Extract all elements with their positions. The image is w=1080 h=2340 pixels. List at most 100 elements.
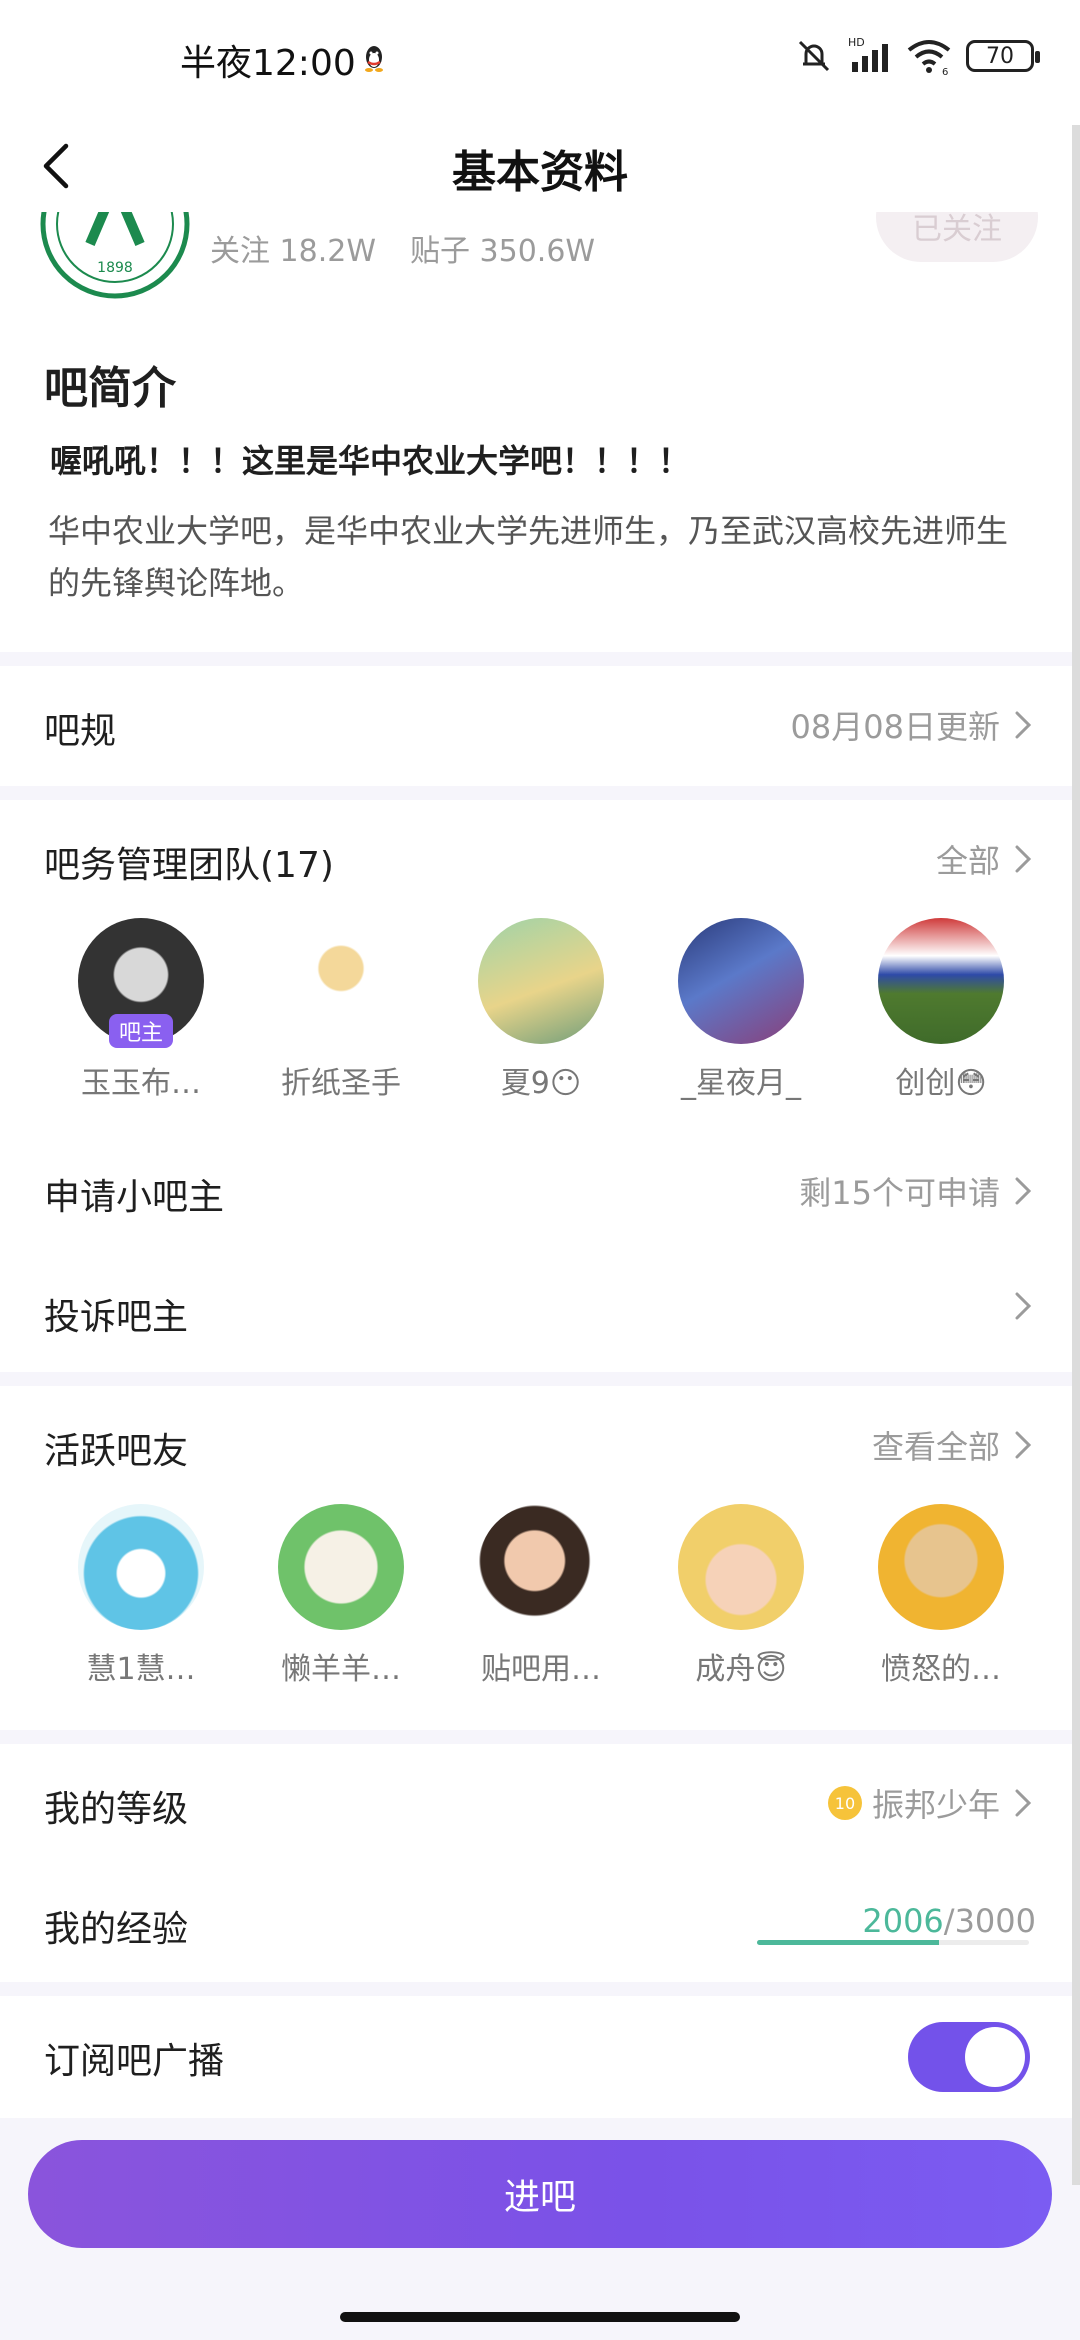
active-member[interactable]: 懒羊羊… bbox=[241, 1504, 441, 1688]
active-member[interactable]: 愤怒的… bbox=[841, 1504, 1041, 1688]
rules-row[interactable]: 吧规 08月08日更新 bbox=[0, 686, 1080, 766]
follow-count: 关注 18.2W bbox=[210, 234, 376, 269]
battery-icon: 70 bbox=[966, 40, 1040, 72]
avatar bbox=[678, 918, 804, 1044]
rules-label: 吧规 bbox=[44, 711, 117, 752]
team-member[interactable]: 创创😳 bbox=[841, 918, 1041, 1102]
nav-bar: 基本资料 bbox=[0, 120, 1080, 210]
qq-penguin-icon bbox=[365, 46, 383, 72]
active-member-name: 懒羊羊… bbox=[281, 1652, 401, 1687]
complain-label: 投诉吧主 bbox=[44, 1297, 189, 1338]
chevron-right-icon bbox=[1015, 711, 1032, 739]
bell-muted-icon bbox=[798, 40, 830, 72]
avatar bbox=[278, 918, 404, 1044]
active-member[interactable]: 成舟😇 bbox=[641, 1504, 841, 1688]
active-more: 查看全部 bbox=[871, 1428, 1000, 1466]
section-divider bbox=[0, 1372, 1080, 1386]
level-value-group: 10 振邦少年 bbox=[827, 1780, 1036, 1826]
avatar bbox=[678, 1504, 804, 1630]
chevron-right-icon bbox=[1015, 1292, 1032, 1320]
team-avatars: 玉玉布… 折纸圣手 夏9😶 _星夜月_ 创创😳 bbox=[0, 918, 1080, 1108]
avatar bbox=[878, 1504, 1004, 1630]
enter-forum-button[interactable]: 进吧 bbox=[28, 2140, 1052, 2248]
avatar bbox=[78, 1504, 204, 1630]
avatar bbox=[478, 1504, 604, 1630]
level-badge-icon: 10 bbox=[827, 1786, 862, 1820]
experience-progress-bar bbox=[757, 1940, 1029, 1945]
followed-button[interactable]: 已关注 bbox=[876, 212, 1038, 262]
home-indicator[interactable] bbox=[340, 2312, 740, 2322]
section-divider bbox=[0, 1730, 1080, 1744]
team-more-group: 全部 bbox=[936, 836, 1036, 882]
team-member-name: 玉玉布… bbox=[81, 1066, 201, 1101]
forum-stats: 关注 18.2W 贴子 350.6W bbox=[210, 226, 595, 270]
complain-row[interactable]: 投诉吧主 bbox=[0, 1272, 1080, 1352]
team-member-name: 夏9😶 bbox=[500, 1066, 582, 1101]
apply-remaining: 剩15个可申请 bbox=[799, 1174, 1000, 1212]
experience-progress-fill bbox=[757, 1940, 939, 1945]
active-more-group: 查看全部 bbox=[872, 1422, 1036, 1468]
chevron-right-icon bbox=[1015, 1431, 1032, 1459]
experience-label: 我的经验 bbox=[44, 1909, 189, 1950]
chevron-right-icon bbox=[1015, 1789, 1032, 1817]
section-divider bbox=[0, 786, 1080, 800]
active-avatars: 慧1慧… 懒羊羊… 贴吧用… 成舟😇 愤怒的… bbox=[0, 1504, 1080, 1694]
chevron-right-icon bbox=[1015, 845, 1032, 873]
experience-current: 2006 bbox=[862, 1902, 944, 1940]
section-divider bbox=[0, 652, 1080, 666]
wifi-label: 6 bbox=[942, 67, 948, 76]
team-row[interactable]: 吧务管理团队(17) 全部 bbox=[0, 820, 1080, 900]
hd-label: HD bbox=[848, 36, 865, 49]
intro-title: 吧简介 bbox=[44, 363, 176, 414]
complain-value-group bbox=[1010, 1288, 1036, 1324]
team-more: 全部 bbox=[935, 842, 1000, 880]
avatar bbox=[478, 918, 604, 1044]
university-logo: 1898 bbox=[40, 212, 190, 299]
level-label: 我的等级 bbox=[44, 1789, 189, 1830]
page-title: 基本资料 bbox=[452, 147, 628, 198]
rules-updated: 08月08日更新 bbox=[790, 708, 1000, 746]
post-count: 贴子 350.6W bbox=[410, 234, 596, 269]
active-member[interactable]: 贴吧用… bbox=[441, 1504, 641, 1688]
team-member-name: _星夜月_ bbox=[681, 1066, 801, 1101]
avatar bbox=[878, 918, 1004, 1044]
intro-body: 华中农业大学吧，是华中农业大学先进师生，乃至武汉高校先进师生的先锋舆论阵地。 bbox=[48, 512, 1009, 602]
section-divider bbox=[0, 1982, 1080, 1996]
active-member-name: 贴吧用… bbox=[481, 1652, 601, 1687]
team-member[interactable]: _星夜月_ bbox=[641, 918, 841, 1102]
apply-moderator-row[interactable]: 申请小吧主 剩15个可申请 bbox=[0, 1152, 1080, 1232]
status-time: 半夜12:00 bbox=[180, 43, 356, 84]
active-label: 活跃吧友 bbox=[44, 1431, 189, 1472]
status-icons: HD 6 70 bbox=[794, 36, 1040, 76]
wifi-icon: 6 bbox=[907, 40, 951, 76]
team-member[interactable]: 折纸圣手 bbox=[241, 918, 441, 1102]
experience-separator: / bbox=[943, 1902, 955, 1940]
team-member[interactable]: 玉玉布… bbox=[41, 918, 241, 1102]
active-member-name: 愤怒的… bbox=[881, 1652, 1001, 1687]
owner-badge: 吧主 bbox=[109, 1014, 173, 1048]
intro-headline: 喔吼吼！！！这里是华中农业大学吧！！！！ bbox=[50, 442, 691, 480]
subscribe-toggle[interactable] bbox=[908, 2022, 1030, 2092]
signal-icon: HD bbox=[848, 36, 888, 72]
toggle-knob bbox=[965, 2027, 1025, 2087]
team-member-name: 创创😳 bbox=[895, 1066, 987, 1101]
experience-value: 2006/3000 bbox=[862, 1902, 1036, 1940]
team-label: 吧务管理团队(17) bbox=[44, 845, 334, 886]
apply-value-group: 剩15个可申请 bbox=[799, 1168, 1036, 1214]
apply-label: 申请小吧主 bbox=[44, 1177, 225, 1218]
avatar bbox=[278, 1504, 404, 1630]
active-members-row[interactable]: 活跃吧友 查看全部 bbox=[0, 1406, 1080, 1486]
team-member-name: 折纸圣手 bbox=[281, 1066, 401, 1101]
team-member[interactable]: 夏9😶 bbox=[441, 918, 641, 1102]
active-member-name: 成舟😇 bbox=[695, 1652, 787, 1687]
rules-value-group: 08月08日更新 bbox=[791, 702, 1036, 748]
forum-header: 1898 关注 18.2W 贴子 350.6W 已关注 bbox=[0, 212, 1080, 302]
logo-year: 1898 bbox=[97, 260, 133, 276]
level-row[interactable]: 我的等级 10 振邦少年 bbox=[0, 1764, 1080, 1844]
subscribe-label: 订阅吧广播 bbox=[44, 2041, 225, 2082]
active-member-name: 慧1慧… bbox=[86, 1652, 196, 1687]
chevron-right-icon bbox=[1015, 1177, 1032, 1205]
active-member[interactable]: 慧1慧… bbox=[41, 1504, 241, 1688]
scrollbar[interactable] bbox=[1072, 125, 1080, 2185]
level-name: 振邦少年 bbox=[871, 1786, 1000, 1824]
